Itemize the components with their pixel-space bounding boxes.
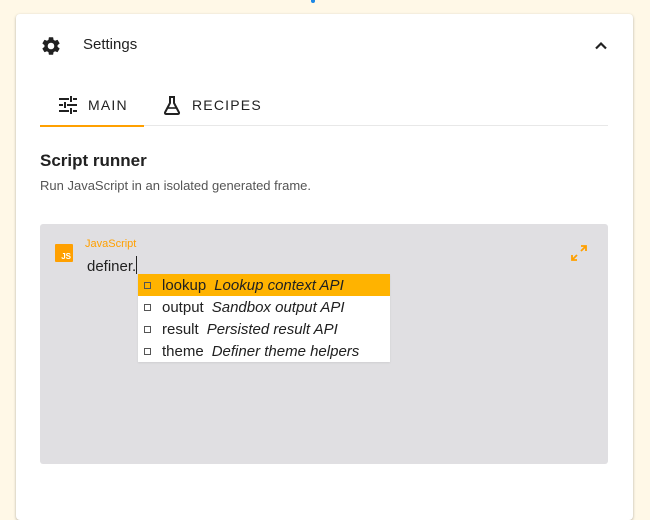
settings-header[interactable]: Settings [16, 14, 633, 76]
text-caret [136, 256, 138, 274]
expand-icon[interactable] [570, 244, 588, 262]
settings-card: Settings MAIN RECIPES Script runner Run [16, 14, 633, 520]
suggestion-name: result [162, 320, 199, 338]
suggestion-item[interactable]: output Sandbox output API [138, 296, 390, 318]
code-line[interactable]: definer. [87, 256, 138, 275]
property-icon [144, 303, 151, 311]
flask-icon [163, 96, 181, 115]
suggestion-description: Sandbox output API [211, 298, 345, 316]
tab-main-label: MAIN [88, 97, 128, 113]
chevron-up-icon[interactable] [591, 36, 611, 56]
settings-tabs: MAIN RECIPES [40, 84, 608, 127]
suggestion-name: theme [162, 342, 204, 360]
property-icon [144, 325, 151, 333]
tab-recipes-label: RECIPES [192, 97, 262, 113]
property-icon [144, 281, 151, 289]
autocomplete-list: lookup Lookup context API output Sandbox… [138, 274, 390, 362]
suggestion-item[interactable]: theme Definer theme helpers [138, 340, 390, 362]
language-label: JavaScript [85, 238, 137, 250]
section-title: Script runner [40, 151, 147, 170]
code-editor[interactable]: JS JavaScript definer. lookup Lookup con… [40, 224, 608, 464]
suggestion-name: lookup [162, 276, 207, 294]
sliders-icon [59, 96, 77, 114]
tab-recipes[interactable]: RECIPES [162, 84, 272, 126]
suggestion-name: output [162, 298, 204, 316]
scroll-indicator [311, 0, 315, 3]
settings-title: Settings [83, 36, 138, 53]
gear-icon [42, 37, 60, 55]
suggestion-description: Persisted result API [206, 320, 338, 338]
suggestion-item[interactable]: result Persisted result API [138, 318, 390, 340]
suggestion-description: Definer theme helpers [211, 342, 360, 360]
code-text: definer. [87, 258, 137, 275]
suggestion-description: Lookup context API [214, 276, 344, 294]
section-description: Run JavaScript in an isolated generated … [40, 178, 311, 193]
tab-main[interactable]: MAIN [40, 84, 144, 127]
javascript-icon: JS [55, 244, 73, 262]
property-icon [144, 347, 151, 355]
suggestion-item[interactable]: lookup Lookup context API [138, 274, 390, 296]
